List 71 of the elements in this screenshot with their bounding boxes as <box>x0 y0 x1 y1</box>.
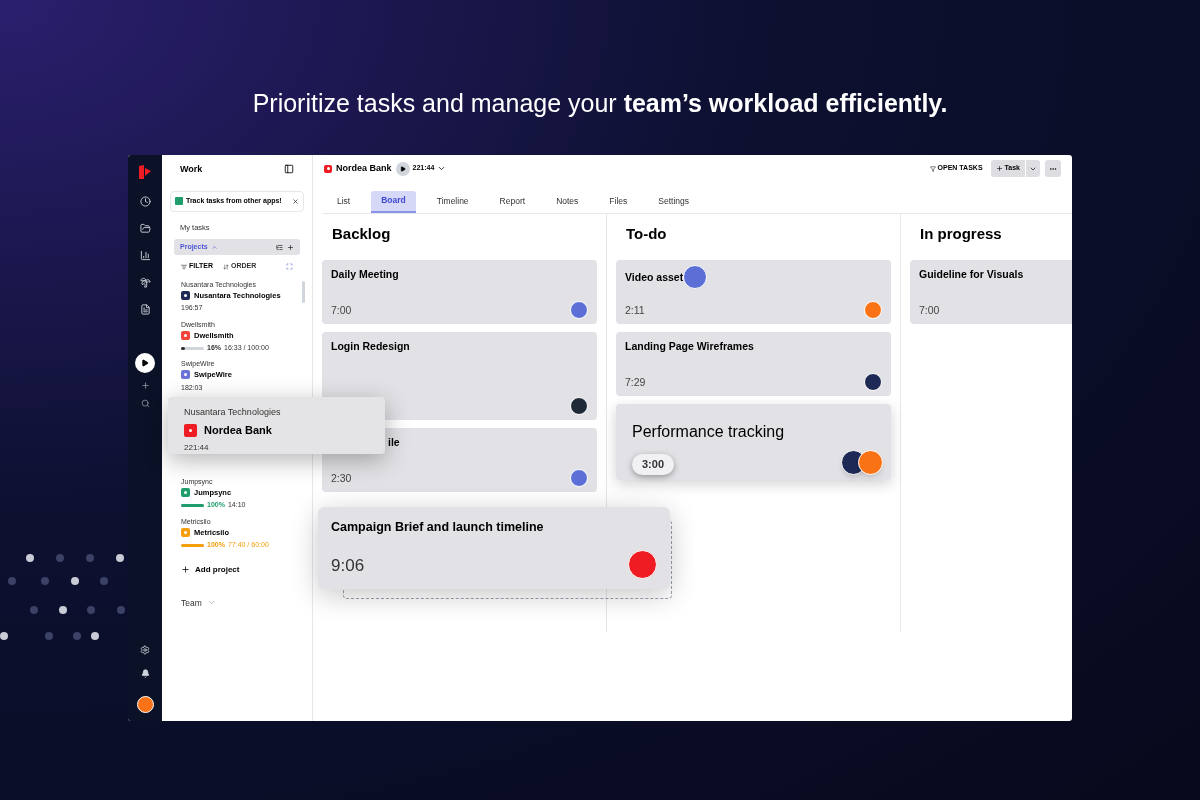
column-title: In progress <box>920 223 1003 244</box>
tab[interactable]: Timeline <box>426 190 479 213</box>
palm-tree-icon[interactable] <box>139 276 151 288</box>
sort-icon <box>223 263 229 270</box>
task-card[interactable]: Daily Meeting 7:00 <box>322 260 597 324</box>
play-button[interactable] <box>395 161 410 176</box>
client-name: Nusantara Technologies <box>184 405 282 419</box>
add-icon[interactable] <box>140 380 150 390</box>
task-time: 7:29 <box>625 375 646 391</box>
task-title: Daily Meeting <box>331 267 399 282</box>
project-title: Nordea Bank <box>336 161 392 175</box>
sidebar-title: Work <box>180 162 203 176</box>
filter-icon <box>181 263 187 270</box>
chevron-down-icon[interactable] <box>437 164 447 173</box>
logo-icon <box>138 163 152 180</box>
column-title: To-do <box>626 223 668 244</box>
task-time: 2:11 <box>625 303 645 319</box>
tree-icon[interactable] <box>276 243 283 251</box>
user-avatar[interactable] <box>136 695 154 713</box>
task-time: 3:00 <box>632 454 675 475</box>
task-title: Performance tracking <box>632 422 785 442</box>
tab[interactable]: List <box>327 190 361 213</box>
task-title: Campaign Brief and launch timeline <box>331 518 545 536</box>
tab[interactable]: Files <box>599 190 638 213</box>
task-title: Video asset <box>625 270 684 286</box>
task-title: Landing Page Wireframes <box>625 339 754 354</box>
project-name: Nordea Bank <box>204 423 272 438</box>
chart-icon[interactable] <box>139 249 151 261</box>
add-icon <box>995 165 1003 172</box>
close-icon[interactable] <box>292 197 299 205</box>
task-title: Guideline for Visuals <box>919 267 1024 282</box>
task-time: 7:00 <box>919 303 940 319</box>
task-card[interactable]: Video asset 2:11 <box>616 260 891 324</box>
tab[interactable]: Settings <box>648 190 699 213</box>
task-time: 9:06 <box>331 555 365 577</box>
settings-icon[interactable] <box>140 644 150 655</box>
task-card[interactable]: Landing Page Wireframes 7:29 <box>616 332 891 396</box>
task-title: Login Redesign <box>331 339 410 354</box>
dragged-project-card[interactable]: Nusantara Technologies Nordea Bank 221:44 <box>168 396 385 454</box>
folder-icon[interactable] <box>139 222 151 234</box>
add-icon <box>181 565 190 574</box>
integration-icon <box>175 197 183 206</box>
column-title: Backlog <box>332 223 392 244</box>
bell-icon[interactable] <box>140 668 150 678</box>
tracked-time: 221:44 <box>184 441 210 454</box>
play-icon <box>141 358 149 367</box>
scrollbar[interactable] <box>302 280 305 303</box>
task-card[interactable]: ile 2:30 <box>322 428 597 492</box>
tab[interactable]: Board <box>371 190 416 213</box>
play-button[interactable] <box>135 352 155 373</box>
dragged-task-card[interactable]: Campaign Brief and launch timeline 9:06 <box>318 506 670 589</box>
team-section-toggle[interactable]: Team <box>181 596 312 610</box>
clock-icon[interactable] <box>139 195 151 207</box>
play-icon <box>399 165 406 172</box>
tab[interactable]: Report <box>489 190 536 213</box>
task-card[interactable]: Login Redesign <box>322 332 597 420</box>
task-card[interactable]: Performance tracking 3:00 <box>616 404 891 480</box>
add-project-button[interactable]: Add project <box>181 563 312 576</box>
document-icon[interactable] <box>139 303 151 315</box>
tab[interactable]: Notes <box>546 190 589 213</box>
filter-icon <box>929 165 936 172</box>
search-icon[interactable] <box>140 398 150 408</box>
panel-toggle-icon[interactable] <box>284 164 294 175</box>
task-time: 2:30 <box>331 471 352 487</box>
more-button[interactable] <box>1045 160 1061 177</box>
task-time: 7:00 <box>331 303 352 319</box>
task-title: ile <box>387 435 400 450</box>
task-card[interactable]: Guideline for Visuals 7:00 <box>910 260 1072 324</box>
headline: Prioritize tasks and manage your team’s workload efficiently. <box>252 88 948 119</box>
chevron-up-icon <box>210 243 218 251</box>
add-icon[interactable] <box>287 243 294 251</box>
